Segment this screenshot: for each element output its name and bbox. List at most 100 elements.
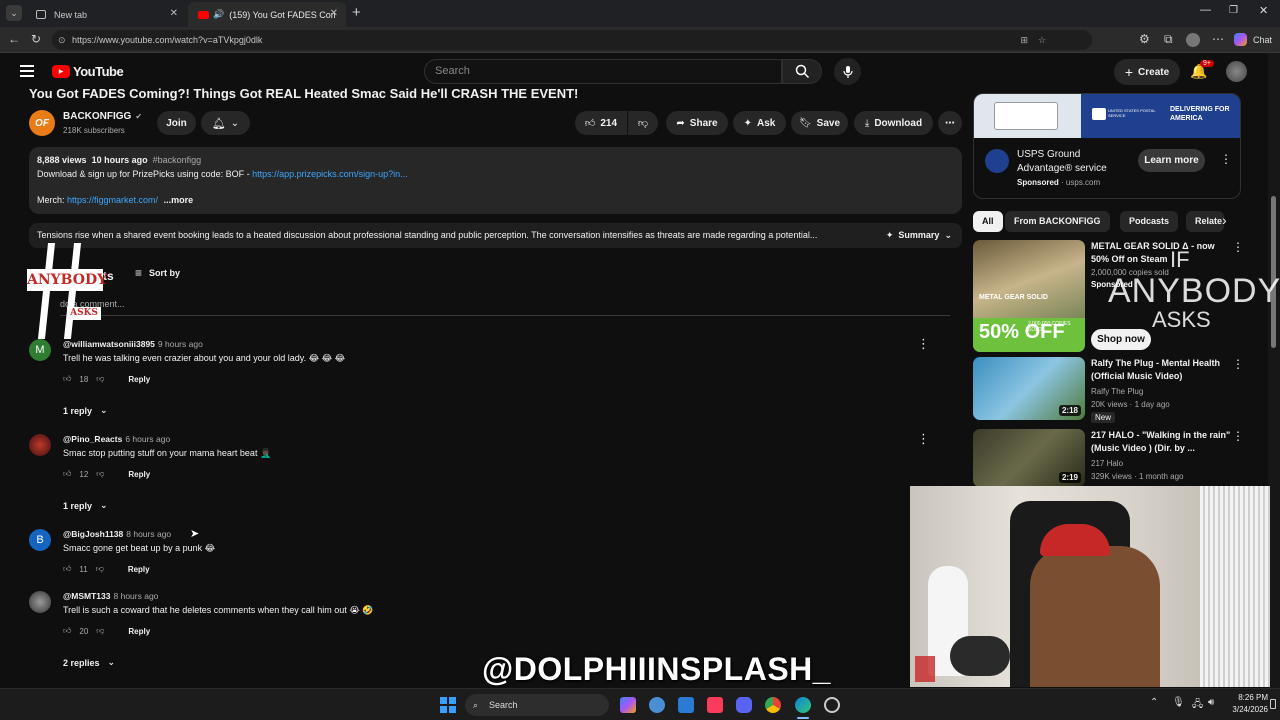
show-hidden-icons[interactable]: ⌃ <box>1150 697 1158 708</box>
speaker-icon[interactable]: 🔊 <box>213 9 224 20</box>
profile-avatar[interactable] <box>1186 33 1200 47</box>
chevron-right-icon[interactable]: › <box>1222 212 1227 228</box>
recommended-video-item[interactable]: 2:19 217 HALO - "Walking in the rain" (M… <box>973 429 1263 487</box>
discord-app-icon[interactable] <box>736 697 752 713</box>
show-more-link[interactable]: ...more <box>164 195 194 205</box>
summary-toggle[interactable]: ✦ Summary ⌄ <box>886 230 952 241</box>
commenter-avatar[interactable] <box>29 591 51 613</box>
comment-menu-icon[interactable]: ⋮ <box>917 336 930 352</box>
commenter-avatar[interactable]: M <box>29 339 51 361</box>
prizepicks-link[interactable]: https://app.prizepicks.com/sign-up?in... <box>252 169 408 179</box>
share-button[interactable]: ➦ Share <box>666 111 728 135</box>
view-replies-button[interactable]: 1 reply ⌄ <box>63 500 108 511</box>
music-app-icon[interactable] <box>707 697 723 713</box>
account-avatar[interactable] <box>1226 61 1247 82</box>
extensions-icon[interactable]: ⚙ <box>1139 32 1150 46</box>
tab-list-button[interactable]: ⌄ <box>6 5 22 21</box>
learn-more-button[interactable]: Learn more <box>1138 149 1205 172</box>
video-thumbnail[interactable]: 2:18 <box>973 357 1085 420</box>
site-info-icon[interactable]: ⊙ <box>58 30 66 50</box>
close-tab-icon[interactable]: ✕ <box>330 8 338 19</box>
usps-ad-banner[interactable]: UNITED STATES POSTAL SERVICE DELIVERING … <box>974 94 1240 138</box>
thumbs-up-icon[interactable]: 👍︎ <box>63 564 71 574</box>
minimize-icon[interactable]: — <box>1200 4 1211 16</box>
taskbar-time[interactable]: 8:26 PM <box>1228 693 1268 702</box>
download-button[interactable]: ⤓ Download <box>854 111 933 135</box>
view-replies-button[interactable]: 1 reply ⌄ <box>63 405 108 416</box>
thumbs-down-icon[interactable]: 👎︎ <box>96 564 104 574</box>
tab-youtube[interactable]: 🔊 (159) You Got FADES Coming ✕ <box>188 2 346 27</box>
thumbs-down-icon[interactable]: 👎︎ <box>96 626 104 636</box>
thumbs-up-icon[interactable]: 👍︎ <box>63 374 71 384</box>
description-box[interactable]: 8,888 views 10 hours ago #backonfigg Dow… <box>29 147 962 214</box>
thumbs-down-icon[interactable]: 👎︎ <box>96 469 104 479</box>
edge-app-icon[interactable] <box>795 697 811 713</box>
chip-all[interactable]: All <box>973 211 1003 232</box>
ai-summary-bar[interactable]: Tensions rise when a shared event bookin… <box>29 223 962 248</box>
copilot-app-icon[interactable] <box>620 697 636 713</box>
reply-button[interactable]: Reply <box>128 375 150 384</box>
join-button[interactable]: Join <box>157 111 196 135</box>
notification-center-icon[interactable] <box>1270 699 1276 709</box>
view-replies-button[interactable]: 2 replies ⌄ <box>63 657 115 668</box>
comment-author[interactable]: @MSMT133 8 hours ago <box>63 591 158 601</box>
recommended-menu-icon[interactable]: ⋮ <box>1232 357 1244 371</box>
volume-icon[interactable]: 🔊︎ <box>1208 697 1214 708</box>
channel-avatar[interactable]: OF <box>29 110 55 136</box>
refresh-icon[interactable]: ↻ <box>31 32 41 46</box>
dislike-button[interactable]: 👎︎ <box>628 111 658 135</box>
search-input[interactable]: Search <box>424 59 782 84</box>
more-actions-button[interactable]: ⋯ <box>938 111 962 135</box>
copilot-icon[interactable] <box>1234 33 1247 46</box>
channel-name[interactable]: BACKONFIGG ✔ <box>63 111 142 122</box>
comment-author[interactable]: @williamwatsoniii3895 9 hours ago <box>63 339 203 349</box>
more-options-icon[interactable]: ⋯ <box>1212 32 1224 46</box>
reply-button[interactable]: Reply <box>128 627 150 636</box>
search-button[interactable] <box>782 59 822 84</box>
app-available-icon[interactable]: ⊞ <box>1020 30 1028 50</box>
voice-search-button[interactable] <box>834 58 861 85</box>
thumbs-up-icon[interactable]: 👍︎ <box>63 469 71 479</box>
recommended-video-item[interactable]: 2:18 Ralfy The Plug - Mental Health (Off… <box>973 357 1263 423</box>
create-button[interactable]: + Create <box>1114 59 1180 85</box>
recommended-menu-icon[interactable]: ⋮ <box>1232 240 1244 254</box>
video-thumbnail[interactable]: 2:19 <box>973 429 1085 487</box>
taskbar-search[interactable]: ⌕ Search <box>465 694 609 716</box>
network-icon[interactable]: 🖧 <box>1192 697 1203 714</box>
tab-new-tab[interactable]: New tab ✕ <box>26 2 186 27</box>
recommended-channel[interactable]: Ralfy The Plug <box>1091 387 1143 396</box>
settings-app-icon[interactable] <box>649 697 665 713</box>
comment-author[interactable]: @BigJosh1138 8 hours ago <box>63 529 171 539</box>
sort-by-button[interactable]: ≡ Sort by <box>135 266 180 280</box>
notification-bell-dropdown[interactable]: 🔔︎ ⌄ <box>201 111 250 135</box>
taskbar-date[interactable]: 3/24/2026 <box>1218 705 1268 714</box>
ad-thumbnail[interactable]: METAL GEAR SOLID 50% OFF 2,000,000 COPIE… <box>973 240 1085 352</box>
shop-now-button[interactable]: Shop now <box>1091 329 1151 350</box>
store-app-icon[interactable] <box>678 697 694 713</box>
chip-from-channel[interactable]: From BACKONFIGG <box>1005 211 1110 232</box>
reply-button[interactable]: Reply <box>128 470 150 479</box>
thumbs-down-icon[interactable]: 👎︎ <box>96 374 104 384</box>
ad-menu-icon[interactable]: ⋮ <box>1220 152 1232 166</box>
windows-start-icon[interactable] <box>440 697 456 713</box>
reply-button[interactable]: Reply <box>128 565 150 574</box>
comment-menu-icon[interactable]: ⋮ <box>917 431 930 447</box>
usps-ad-card[interactable]: UNITED STATES POSTAL SERVICE DELIVERING … <box>973 93 1241 199</box>
chat-label[interactable]: Chat <box>1253 35 1272 45</box>
commenter-avatar[interactable] <box>29 434 51 456</box>
like-button[interactable]: 👍︎ 214 <box>575 111 627 135</box>
chrome-app-icon[interactable] <box>765 697 781 713</box>
recommended-channel[interactable]: 217 Halo <box>1091 459 1123 468</box>
hamburger-menu-icon[interactable] <box>20 65 34 77</box>
youtube-logo[interactable]: ▶ YouTube <box>52 64 124 79</box>
microphone-tray-icon[interactable]: 🎙︎ <box>1172 697 1185 708</box>
back-icon[interactable]: ← <box>8 32 20 46</box>
restore-icon[interactable]: ❐ <box>1229 5 1238 16</box>
new-tab-button[interactable]: + <box>352 4 361 21</box>
thumbs-up-icon[interactable]: 👍︎ <box>63 626 71 636</box>
save-button[interactable]: 🔖︎ Save <box>791 111 848 135</box>
chip-podcasts[interactable]: Podcasts <box>1120 211 1179 232</box>
commenter-avatar[interactable]: B <box>29 529 51 551</box>
split-screen-icon[interactable]: ⧉ <box>1164 32 1173 47</box>
sync-app-icon[interactable] <box>824 697 840 713</box>
